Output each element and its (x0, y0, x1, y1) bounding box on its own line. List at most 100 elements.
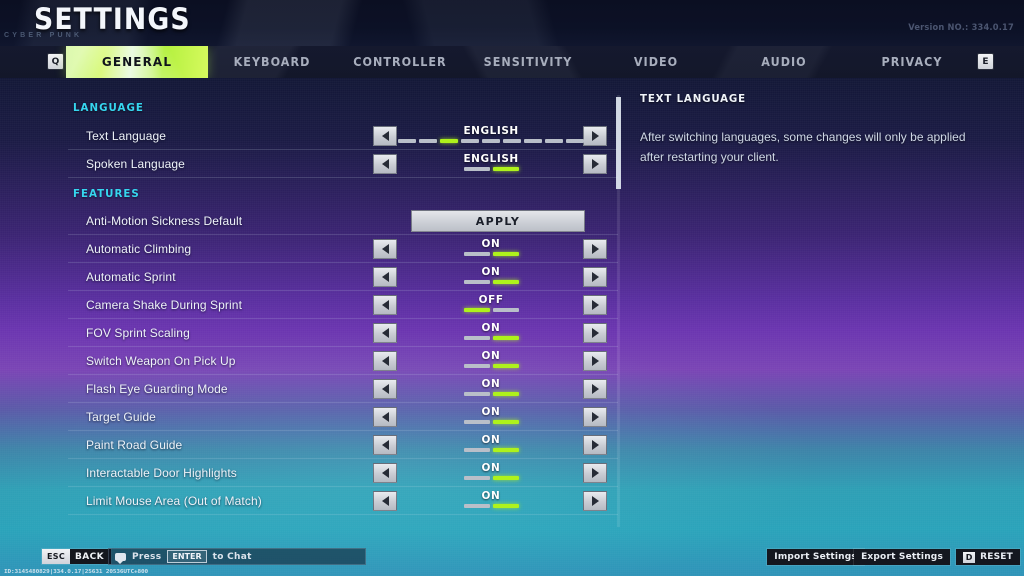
back-button[interactable]: ESC BACK (42, 549, 112, 564)
triangle-glyph (591, 244, 599, 254)
arrow-left-icon[interactable] (373, 435, 397, 455)
settings-row[interactable]: Spoken Language ENGLISH (68, 150, 618, 178)
settings-value-text: ON (481, 405, 501, 418)
triangle-glyph (591, 356, 599, 366)
settings-row[interactable]: Text Language ENGLISH (68, 122, 618, 150)
settings-value-text: OFF (478, 293, 504, 306)
settings-row[interactable]: Interactable Door Highlights ON (68, 459, 618, 487)
settings-scrollbar-thumb[interactable] (616, 97, 621, 189)
chat-hint-prefix: Press (132, 551, 162, 562)
settings-row-label: Switch Weapon On Pick Up (86, 354, 236, 368)
settings-row-label: Spoken Language (86, 157, 185, 171)
settings-value-text: ON (481, 489, 501, 502)
value-segment (492, 392, 519, 396)
value-segment-indicator (463, 476, 519, 480)
page-title: SETTINGS (34, 2, 191, 36)
tab-audio[interactable]: AUDIO (724, 46, 843, 78)
arrow-right-icon[interactable] (583, 491, 607, 511)
arrow-right-icon[interactable] (583, 379, 607, 399)
arrow-left-icon[interactable] (373, 239, 397, 259)
arrow-left-icon[interactable] (373, 126, 397, 146)
value-segment (463, 252, 490, 256)
arrow-left-icon[interactable] (373, 351, 397, 371)
arrow-left-icon[interactable] (373, 491, 397, 511)
settings-row[interactable]: Automatic Climbing ON (68, 235, 618, 263)
value-segment (463, 167, 490, 171)
settings-row[interactable]: Flash Eye Guarding Mode ON (68, 375, 618, 403)
value-segment (492, 308, 519, 312)
settings-row[interactable]: Target Guide ON (68, 403, 618, 431)
settings-value-text: ON (481, 349, 501, 362)
arrow-right-icon[interactable] (583, 295, 607, 315)
import-settings-button[interactable]: Import Settings (767, 549, 864, 565)
value-segment (482, 139, 500, 143)
triangle-glyph (381, 159, 389, 169)
tab-controller[interactable]: CONTROLLER (340, 46, 459, 78)
chat-hint-bar[interactable]: Press ENTER to Chat (108, 548, 366, 565)
value-segment (566, 139, 584, 143)
value-segment-indicator (398, 139, 584, 143)
settings-row-label: Target Guide (86, 410, 156, 424)
arrow-right-icon[interactable] (583, 463, 607, 483)
settings-row[interactable]: FOV Sprint Scaling ON (68, 319, 618, 347)
tab-bar: Q E GENERAL KEYBOARD CONTROLLER SENSITIVITY… (0, 46, 1024, 78)
settings-row[interactable]: Camera Shake During Sprint OFF (68, 291, 618, 319)
header-bar: SETTINGS CYBER PUNK Version NO.: 334.0.1… (0, 0, 1024, 46)
settings-row-label: Flash Eye Guarding Mode (86, 382, 228, 396)
triangle-glyph (381, 328, 389, 338)
value-segment (463, 448, 490, 452)
arrow-right-icon[interactable] (583, 154, 607, 174)
settings-row-label: FOV Sprint Scaling (86, 326, 190, 340)
settings-value-text: ON (481, 377, 501, 390)
settings-row[interactable]: Limit Mouse Area (Out of Match) ON (68, 487, 618, 515)
arrow-left-icon[interactable] (373, 267, 397, 287)
arrow-left-icon[interactable] (373, 295, 397, 315)
arrow-left-icon[interactable] (373, 323, 397, 343)
arrow-right-icon[interactable] (583, 351, 607, 371)
settings-row[interactable]: Paint Road Guide ON (68, 431, 618, 459)
apply-button[interactable]: APPLY (411, 210, 585, 232)
arrow-left-icon[interactable] (373, 379, 397, 399)
arrow-left-icon[interactable] (373, 407, 397, 427)
export-settings-button[interactable]: Export Settings (854, 549, 950, 565)
settings-value-text: ON (481, 265, 501, 278)
settings-row-label: Paint Road Guide (86, 438, 183, 452)
value-segment-indicator (463, 336, 519, 340)
triangle-glyph (591, 328, 599, 338)
triangle-glyph (591, 131, 599, 141)
triangle-glyph (381, 244, 389, 254)
arrow-left-icon[interactable] (373, 463, 397, 483)
tab-sensitivity[interactable]: SENSITIVITY (468, 46, 587, 78)
settings-row-label: Limit Mouse Area (Out of Match) (86, 494, 262, 508)
settings-row[interactable]: Switch Weapon On Pick Up ON (68, 347, 618, 375)
tab-list: GENERAL KEYBOARD CONTROLLER SENSITIVITY VIDE… (66, 46, 966, 78)
settings-row-label: Interactable Door Highlights (86, 466, 237, 480)
arrow-right-icon[interactable] (583, 267, 607, 287)
settings-row[interactable]: Automatic Sprint ON (68, 263, 618, 291)
triangle-glyph (381, 272, 389, 282)
tab-keyboard[interactable]: KEYBOARD (212, 46, 331, 78)
reset-button[interactable]: D RESET (956, 549, 1020, 565)
triangle-glyph (381, 131, 389, 141)
prev-tab-key-icon[interactable]: Q (47, 53, 64, 70)
arrow-right-icon[interactable] (583, 126, 607, 146)
settings-row[interactable]: Anti-Motion Sickness Default APPLY (68, 207, 618, 235)
tab-general[interactable]: GENERAL (66, 46, 208, 78)
arrow-left-icon[interactable] (373, 154, 397, 174)
value-segment (492, 504, 519, 508)
arrow-right-icon[interactable] (583, 407, 607, 427)
tab-video[interactable]: VIDEO (596, 46, 715, 78)
triangle-glyph (591, 412, 599, 422)
next-tab-key-icon[interactable]: E (977, 53, 994, 70)
arrow-right-icon[interactable] (583, 239, 607, 259)
value-segment (463, 504, 490, 508)
settings-value-group: ON (398, 433, 584, 457)
value-segment (463, 364, 490, 368)
value-segment (524, 139, 542, 143)
value-segment-indicator (463, 167, 519, 171)
tab-privacy[interactable]: PRIVACY (852, 46, 971, 78)
arrow-right-icon[interactable] (583, 323, 607, 343)
value-segment (492, 476, 519, 480)
value-segment-indicator (463, 364, 519, 368)
arrow-right-icon[interactable] (583, 435, 607, 455)
